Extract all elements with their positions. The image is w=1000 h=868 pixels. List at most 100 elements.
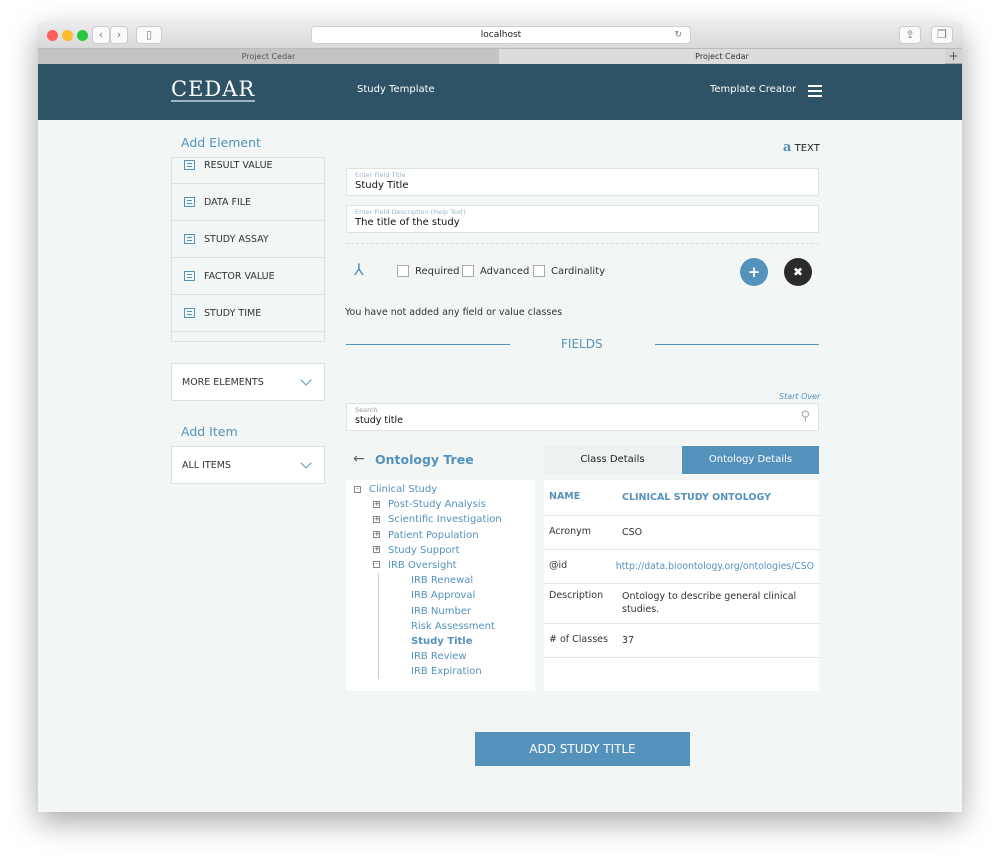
close-icon[interactable]: ✖ <box>784 258 812 286</box>
back-icon[interactable]: ‹ <box>92 26 110 44</box>
element-icon <box>184 271 195 281</box>
url-text: localhost <box>480 30 522 40</box>
tab-class-details[interactable]: Class Details <box>544 446 681 474</box>
search-value: study title <box>355 415 403 426</box>
row-value: CSO <box>622 527 643 538</box>
new-tab-icon[interactable]: + <box>945 49 962 64</box>
table-row: Acronym CSO <box>544 516 819 550</box>
checkbox-label: Advanced <box>480 265 530 277</box>
element-label: STUDY TIME <box>204 307 262 319</box>
ontology-details-table: NAME CLINICAL STUDY ONTOLOGY Acronym CSO @… <box>544 480 819 691</box>
all-items-dropdown[interactable]: ALL ITEMS <box>171 446 325 484</box>
expand-icon[interactable]: + <box>373 500 380 508</box>
tabs-icon[interactable]: ❐ <box>931 26 953 44</box>
checkbox-label: Required <box>415 265 460 277</box>
table-row: # of Classes 37 <box>544 624 819 658</box>
divider <box>346 344 510 345</box>
tree-node[interactable]: + Study Support <box>354 543 527 558</box>
table-row: Description Ontology to describe general … <box>544 584 819 624</box>
required-checkbox[interactable]: Required <box>397 265 460 277</box>
row-key: @id <box>549 560 568 571</box>
zoom-window-button[interactable] <box>77 30 88 41</box>
row-key: Description <box>549 590 604 601</box>
text-type-icon: a <box>783 140 792 155</box>
element-study-assay[interactable]: STUDY ASSAY <box>172 221 324 258</box>
address-bar[interactable]: localhost ↻ <box>311 26 691 44</box>
ontology-id-link[interactable]: http://data.bioontology.org/ontologies/C… <box>616 560 814 573</box>
back-arrow-icon[interactable]: ← <box>353 451 365 467</box>
tree-leaf-selected[interactable]: Study Title <box>378 633 527 650</box>
reload-icon[interactable]: ↻ <box>674 27 682 44</box>
tab-1[interactable]: Project Cedar <box>38 49 499 64</box>
tree-label: IRB Expiration <box>411 666 482 678</box>
tab-ontology-details[interactable]: Ontology Details <box>682 446 819 474</box>
tree-label: IRB Oversight <box>388 559 457 571</box>
minimize-window-button[interactable] <box>62 30 73 41</box>
close-window-button[interactable] <box>47 30 58 41</box>
checkbox-label: Cardinality <box>551 265 606 277</box>
collapse-icon[interactable]: - <box>373 561 380 569</box>
tree-leaf[interactable]: IRB Renewal <box>378 573 527 589</box>
no-classes-message: You have not added any field or value cl… <box>345 307 563 318</box>
ontology-icon[interactable]: ⅄ <box>354 260 364 279</box>
tree-leaf[interactable]: IRB Approval <box>378 588 527 604</box>
element-result-value[interactable]: RESULT VALUE <box>172 158 324 184</box>
tree-leaf[interactable]: IRB Number <box>378 603 527 619</box>
add-icon[interactable]: + <box>740 258 768 286</box>
tree-node[interactable]: + Post-Study Analysis <box>354 497 527 512</box>
field-title-placeholder: Enter Field Title <box>355 171 406 179</box>
more-elements-dropdown[interactable]: MORE ELEMENTS <box>171 363 325 401</box>
table-row: NAME CLINICAL STUDY ONTOLOGY <box>544 480 819 516</box>
field-title-value: Study Title <box>355 180 409 191</box>
row-key: Acronym <box>549 526 591 537</box>
element-study-time[interactable]: STUDY TIME <box>172 295 324 332</box>
tree-label: Scientific Investigation <box>388 514 502 526</box>
forward-icon[interactable]: › <box>110 26 128 44</box>
template-creator-link[interactable]: Template Creator <box>710 84 796 95</box>
tab-2[interactable]: Project Cedar <box>499 49 945 64</box>
tree-leaf[interactable]: IRB Expiration <box>378 664 527 680</box>
tree-label: Risk Assessment <box>411 620 495 632</box>
element-list: RESULT VALUE DATA FILE STUDY ASSAY FACTO… <box>171 157 325 342</box>
tree-leaf[interactable]: IRB Review <box>378 649 527 665</box>
cardinality-checkbox[interactable]: Cardinality <box>533 265 605 277</box>
cedar-logo[interactable]: CEDAR <box>171 78 256 102</box>
tree-node[interactable]: + Patient Population <box>354 528 527 543</box>
expand-icon[interactable]: + <box>373 546 380 554</box>
field-title-input[interactable]: Enter Field Title Study Title <box>346 168 819 196</box>
element-data-file[interactable]: DATA FILE <box>172 184 324 221</box>
row-key: # of Classes <box>549 634 608 645</box>
row-value: CLINICAL STUDY ONTOLOGY <box>622 492 771 503</box>
row-value: 37 <box>622 635 635 646</box>
expand-icon[interactable]: + <box>373 531 380 539</box>
share-icon[interactable]: ⇪ <box>899 26 921 44</box>
field-description-input[interactable]: Enter Field Description (Help Text) The t… <box>346 205 819 233</box>
divider <box>346 243 819 244</box>
browser-toolbar: ‹ › ▯ localhost ↻ ⇪ ❐ <box>38 22 962 48</box>
collapse-icon[interactable]: - <box>354 485 361 493</box>
field-description-value: The title of the study <box>355 217 460 228</box>
search-input[interactable]: Search study title ⚲ <box>346 403 819 431</box>
template-title: Study Template <box>357 84 435 95</box>
tree-node[interactable]: + Scientific Investigation <box>354 512 527 527</box>
start-over-link[interactable]: Start Over <box>779 392 820 401</box>
advanced-checkbox[interactable]: Advanced <box>462 265 529 277</box>
expand-icon[interactable]: + <box>373 515 380 523</box>
search-icon[interactable]: ⚲ <box>800 409 810 424</box>
element-factor-value[interactable]: FACTOR VALUE <box>172 258 324 295</box>
element-label: DATA FILE <box>204 196 252 208</box>
sidebar-icon[interactable]: ▯ <box>136 26 162 44</box>
divider <box>655 344 819 345</box>
tree-label: IRB Number <box>411 605 472 617</box>
menu-icon[interactable] <box>808 85 822 100</box>
table-row: @id http://data.bioontology.org/ontologie… <box>544 550 819 584</box>
add-study-title-button[interactable]: ADD STUDY TITLE <box>475 732 690 766</box>
row-value: Ontology to describe general clinical st… <box>622 591 797 615</box>
tree-node-root[interactable]: - Clinical Study <box>354 482 527 497</box>
tree-leaf[interactable]: Risk Assessment <box>378 618 527 634</box>
field-description-placeholder: Enter Field Description (Help Text) <box>355 208 466 216</box>
chevron-down-icon <box>300 374 312 386</box>
tree-label: Clinical Study <box>369 484 438 495</box>
tree-label: Patient Population <box>388 529 479 541</box>
tree-node[interactable]: - IRB Oversight <box>354 558 527 573</box>
